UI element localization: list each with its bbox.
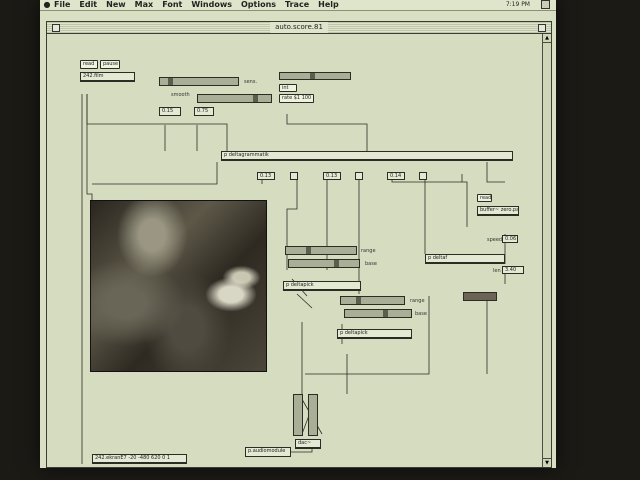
patch-canvas[interactable]: read pause 242.film sens. smooth 0.15 0.… [47, 34, 542, 467]
menu-edit[interactable]: Edit [79, 0, 97, 9]
range-slider-2[interactable] [340, 296, 405, 305]
scroll-up-arrow-icon[interactable]: ▲ [543, 34, 551, 43]
application-icon[interactable] [541, 0, 550, 9]
menu-max[interactable]: Max [135, 0, 154, 9]
level-meter-bar [463, 292, 497, 301]
audio-module-object[interactable]: p.audiomodule [245, 447, 291, 457]
range-label-1: range [361, 248, 376, 254]
window-title: auto.score.81 [270, 22, 328, 33]
base-slider-2[interactable] [344, 309, 412, 318]
int-message[interactable]: int [279, 84, 297, 92]
projected-screen: ● File Edit New Max Font Windows Options… [40, 0, 556, 468]
screen-object[interactable]: 242.ekranE7 -20 -480 620 0 1 [92, 454, 187, 464]
menu-help[interactable]: Help [318, 0, 339, 9]
range-slider-1[interactable] [285, 246, 357, 255]
menu-options[interactable]: Options [241, 0, 276, 9]
len-label: len [493, 268, 501, 274]
pause-message[interactable]: pause [100, 60, 120, 69]
output-number-3[interactable]: 0.14 [387, 172, 405, 180]
base-label-2: base [415, 311, 427, 317]
deltagrammatik-object[interactable]: p deltagrammatik [221, 151, 513, 161]
deltapick-object-2[interactable]: p deltapick [337, 329, 412, 339]
number-box-smooth[interactable]: 0.75 [194, 107, 214, 116]
len-number[interactable]: 3.40 [502, 266, 524, 274]
rate-message[interactable]: rate $1 100 [279, 94, 314, 103]
video-display [90, 200, 267, 372]
menu-font[interactable]: Font [162, 0, 182, 9]
patcher-window: auto.score.81 ▲ ▼ read pause 242.film se… [46, 21, 552, 468]
gain-slider-left[interactable] [293, 394, 303, 436]
menu-bar: ● File Edit New Max Font Windows Options… [40, 0, 556, 11]
sensitivity-slider[interactable] [159, 77, 239, 86]
menubar-clock: 7:19 PM [505, 0, 530, 8]
output-toggle-2[interactable] [355, 172, 363, 180]
smooth-label: smooth [171, 92, 190, 98]
speed-number[interactable]: 0.06 [502, 235, 518, 243]
read-message[interactable]: read [80, 60, 98, 69]
film-object[interactable]: 242.film [80, 72, 135, 82]
deltapick-object-1[interactable]: p deltapick [283, 281, 361, 291]
menu-trace[interactable]: Trace [285, 0, 309, 9]
buffer-object[interactable]: buffer~ zero.pand [477, 206, 519, 216]
output-number-1[interactable]: 0.13 [257, 172, 275, 180]
read-message-2[interactable]: read [477, 194, 492, 202]
rate-slider[interactable] [279, 72, 351, 80]
number-box-sens[interactable]: 0.15 [159, 107, 181, 116]
output-toggle-1[interactable] [290, 172, 298, 180]
menu-new[interactable]: New [106, 0, 126, 9]
output-number-2[interactable]: 0.13 [323, 172, 341, 180]
apple-menu-icon[interactable]: ● [40, 0, 54, 9]
base-slider-1[interactable] [288, 259, 360, 268]
dac-object[interactable]: dac~ [295, 439, 321, 449]
sens-label: sens. [244, 79, 258, 85]
window-titlebar[interactable]: auto.score.81 [47, 22, 551, 34]
smooth-slider[interactable] [197, 94, 272, 103]
base-label-1: base [365, 261, 377, 267]
close-box-icon[interactable] [52, 24, 60, 32]
menu-file[interactable]: File [54, 0, 70, 9]
deltaf-object[interactable]: p deltaf [425, 254, 505, 264]
scroll-down-arrow-icon[interactable]: ▼ [543, 458, 551, 467]
range-label-2: range [410, 298, 425, 304]
speed-label: speed [487, 237, 503, 243]
menu-windows[interactable]: Windows [191, 0, 232, 9]
output-toggle-3[interactable] [419, 172, 427, 180]
gain-slider-right[interactable] [308, 394, 318, 436]
vertical-scrollbar[interactable]: ▲ ▼ [542, 34, 551, 467]
zoom-box-icon[interactable] [538, 24, 546, 32]
